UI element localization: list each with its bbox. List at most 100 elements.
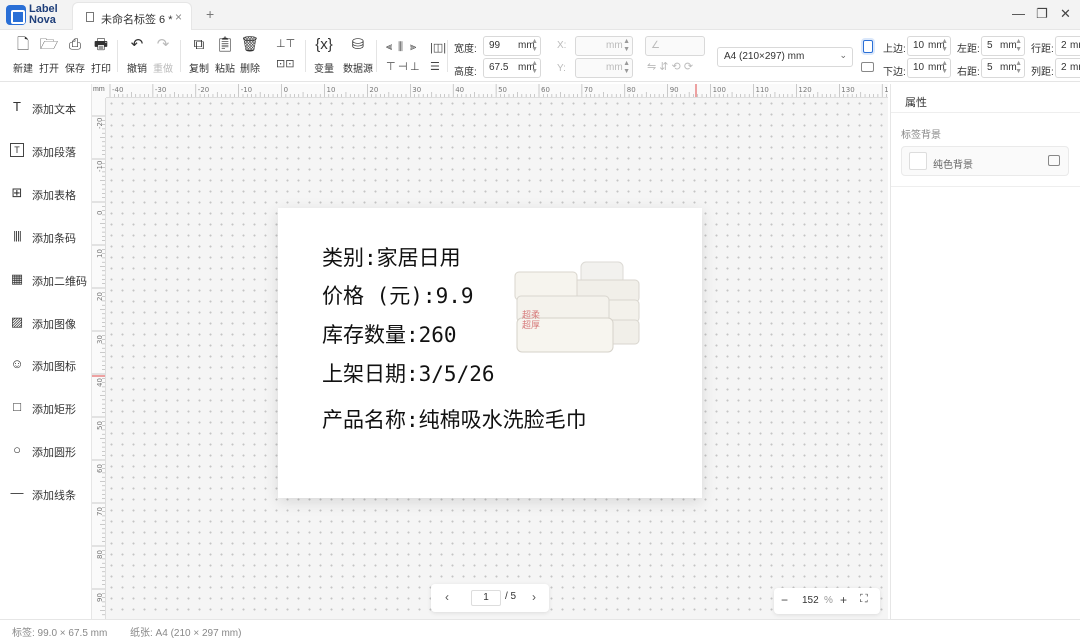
prev-page-icon[interactable]: ‹ [445,590,449,604]
new-button[interactable]: 🗋 新建 [13,36,33,75]
align-center-icon[interactable]: ⫼ [398,41,403,54]
add-table-button[interactable]: ⊞ 添加表格 [10,184,90,204]
add-line-button[interactable]: — 添加线条 [10,484,90,504]
ruler-tick-label: 30 [412,86,421,94]
zoom-out-icon[interactable]: − [781,593,788,607]
bottom-margin-field[interactable]: 10 mm ▲ ▼ [907,58,951,78]
horizontal-ruler: -40 -30 -20 -10 0 10 20 30 40 50 60 70 80 90 100 110 120… [92,84,888,98]
align-middle-icon[interactable]: ⊣ [398,60,408,73]
align-distribute-icon[interactable]: ⊥⊤ [276,37,295,50]
save-label: 保存 [65,64,85,75]
copy-button[interactable]: ⧉ 复制 [189,36,209,75]
bottom-margin-label: 下边: [883,67,906,78]
right-margin-stepper-icon[interactable]: ▲ ▼ [1015,60,1022,76]
add-image-button[interactable]: ▨ 添加图像 [10,313,90,333]
add-text-button[interactable]: T 添加文本 [10,98,90,118]
background-setting[interactable]: 纯色背景 [901,146,1069,176]
ruler-tick-label: 90 [670,86,679,94]
panel-divider [891,186,1080,187]
variable-button[interactable]: {x} 变量 [314,36,334,75]
row-gap-field[interactable]: 2 mm [1055,36,1080,56]
document-tab[interactable]: 未命名标签 6 * × [72,2,192,30]
background-color-swatch[interactable] [909,152,927,170]
x-stepper-icon[interactable]: ▲ ▼ [623,38,630,54]
product-image[interactable] [513,260,643,358]
ruler-tick-label: 14 [884,86,888,94]
minimize-button[interactable]: — [1012,6,1025,21]
page-input[interactable]: 1 [471,590,501,606]
align-top-icon[interactable]: ⊤ [386,60,396,73]
x-field[interactable]: mm ▲ ▼ [575,36,633,56]
page-total: / 5 [505,591,517,602]
add-paragraph-label: 添加段落 [32,147,76,159]
zoom-in-icon[interactable]: + [840,593,847,607]
width-field[interactable]: 99 mm ▲ ▼ [483,36,541,56]
datasource-button[interactable]: ⛁ 数据源 [343,36,373,75]
next-page-icon[interactable]: › [532,590,536,604]
paper-size-select[interactable]: A4 (210×297) mm ⌄ [717,47,853,67]
y-unit: mm [606,62,623,73]
background-image-icon[interactable] [1048,155,1060,166]
new-tab-button[interactable]: + [206,6,214,22]
add-rectangle-button[interactable]: □ 添加矩形 [10,398,90,418]
table-icon: ⊞ [11,185,23,200]
stock-text[interactable]: 库存数量:260 [322,319,457,349]
width-stepper-icon[interactable]: ▲ ▼ [531,38,538,54]
ruler-tick-label: -10 [241,86,252,94]
copy-icon: ⧉ [193,36,205,53]
add-circle-button[interactable]: ○ 添加圆形 [10,441,90,461]
close-tab-icon[interactable]: × [175,10,182,24]
top-margin-field[interactable]: 10 mm ▲ ▼ [907,36,951,56]
portrait-orientation-icon[interactable] [863,40,873,53]
height-field[interactable]: 67.5 mm ▲ ▼ [483,58,541,78]
height-stepper-icon[interactable]: ▲ ▼ [531,60,538,76]
save-icon: ⎙ [68,36,81,53]
col-gap-field[interactable]: 2 mm [1055,58,1080,78]
align-bottom-icon[interactable]: ⊥ [410,60,420,73]
open-button[interactable]: 🗁 打开 [39,36,59,75]
left-margin-field[interactable]: 5 mm ▲ ▼ [981,36,1025,56]
distribute-vertical-icon[interactable]: ☰ [430,60,440,73]
undo-button[interactable]: ↶ 撤销 [127,36,147,75]
print-button[interactable]: 🖶 打印 [91,36,111,75]
group-icon[interactable]: ⊡⊡ [276,57,294,70]
rotation-field[interactable]: ∠ [645,36,705,56]
height-value: 67.5 [489,62,509,73]
paste-button[interactable]: 📋︎ 粘贴 [215,36,235,75]
redo-button[interactable]: ↷ 重做 [153,36,173,75]
undo-label: 撤销 [127,64,147,75]
col-gap-unit: mm [1070,62,1080,73]
add-qrcode-button[interactable]: ▦ 添加二维码 [10,270,90,290]
top-margin-stepper-icon[interactable]: ▲ ▼ [941,38,948,54]
ruler-tick-label: 0 [284,86,288,94]
close-window-button[interactable]: ✕ [1060,6,1071,22]
delete-button[interactable]: 🗑︎ 删除 [240,36,260,75]
add-barcode-button[interactable]: |||| 添加条码 [10,227,90,247]
date-text[interactable]: 上架日期:3/5/26 [322,358,495,388]
align-left-icon[interactable]: ⫷ [386,41,392,54]
save-button[interactable]: ⎙ 保存 [65,36,85,75]
flip-icon[interactable]: ⇋ ⇵ ⟲ ⟳ [647,60,693,73]
price-text[interactable]: 价格 (元):9.9 [322,280,474,310]
y-field[interactable]: mm ▲ ▼ [575,58,633,78]
landscape-orientation-icon[interactable] [861,62,874,72]
ruler-tick-label: 80 [96,550,104,559]
bottom-margin-stepper-icon[interactable]: ▲ ▼ [941,60,948,76]
row-gap-value: 2 [1061,40,1067,51]
add-icon-button[interactable]: ☺ 添加图标 [10,355,90,375]
image-icon: ▨ [10,314,24,329]
label-paper[interactable]: 类别:家居日用 价格 (元):9.9 库存数量:260 上架日期:3/5/26 … [278,208,702,498]
fullscreen-icon[interactable]: ⛶ [860,593,868,606]
add-paragraph-button[interactable]: T 添加段落 [10,141,90,161]
distribute-horizontal-icon[interactable]: |◫| [430,41,446,54]
product-name-text[interactable]: 产品名称:纯棉吸水洗脸毛巾 [322,404,587,434]
zoom-value[interactable]: 152 [802,595,819,606]
y-stepper-icon[interactable]: ▲ ▼ [623,60,630,76]
category-text[interactable]: 类别:家居日用 [322,242,461,272]
right-margin-field[interactable]: 5 mm ▲ ▼ [981,58,1025,78]
circle-icon: ○ [13,442,21,457]
restore-button[interactable]: ❐ [1036,6,1048,22]
left-margin-value: 5 [987,40,993,51]
align-right-icon[interactable]: ⫸ [410,41,416,54]
left-margin-stepper-icon[interactable]: ▲ ▼ [1015,38,1022,54]
